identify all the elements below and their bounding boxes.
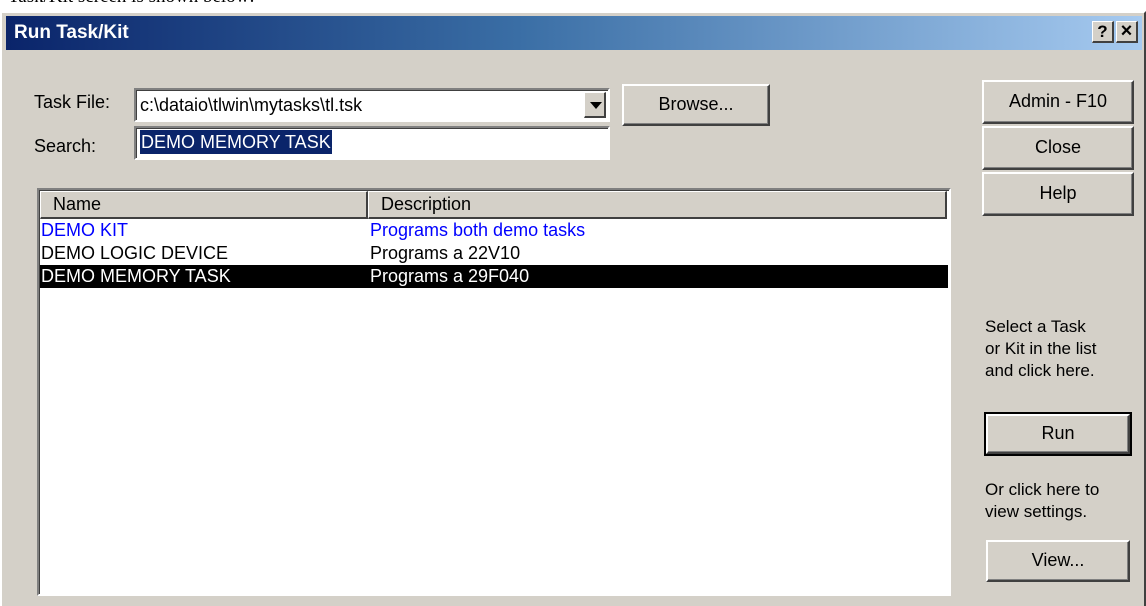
run-hint-line-1: Select a Task (985, 317, 1086, 336)
list-item-name: DEMO LOGIC DEVICE (41, 243, 229, 263)
window-title: Run Task/Kit (14, 22, 129, 43)
list-item-name: DEMO MEMORY TASK (41, 266, 231, 286)
run-hint-line-2: or Kit in the list (985, 339, 1097, 358)
view-hint-line-1: Or click here to (985, 480, 1100, 499)
run-task-kit-dialog: Run Task/Kit ? × Task File: c:\dataio\tl… (0, 11, 1146, 606)
column-header-name[interactable]: Name (40, 191, 368, 219)
help-button[interactable]: Help (982, 172, 1134, 216)
run-button[interactable]: Run (984, 412, 1132, 456)
list-item-description: Programs both demo tasks (370, 220, 586, 240)
search-label: Search: (34, 136, 97, 156)
title-bar[interactable]: Run Task/Kit ? × (6, 16, 1142, 50)
help-question-button[interactable]: ? (1092, 21, 1114, 43)
view-hint-line-2: view settings. (985, 502, 1088, 521)
page-caption: Task/Kit screen is shown below: (8, 0, 255, 8)
close-window-button[interactable]: × (1116, 21, 1138, 43)
list-item-description: Programs a 22V10 (370, 243, 521, 263)
list-item-demo-logic-device[interactable]: DEMO LOGIC DEVICE Programs a 22V10 (40, 242, 948, 265)
task-file-dropdown-button[interactable] (584, 92, 606, 118)
list-item-name: DEMO KIT (41, 220, 129, 240)
list-item-description: Programs a 29F040 (370, 266, 530, 286)
search-input[interactable]: DEMO MEMORY TASK (134, 126, 610, 160)
view-button[interactable]: View... (986, 540, 1130, 582)
run-hint-line-3: and click here. (985, 361, 1095, 380)
task-file-combo[interactable]: c:\dataio\tlwin\mytasks\tl.tsk (134, 88, 610, 122)
task-file-label: Task File: (34, 92, 111, 112)
task-kit-list[interactable]: Name Description DEMO KIT Programs both … (37, 188, 951, 596)
search-selected-text: DEMO MEMORY TASK (140, 130, 332, 154)
list-item-demo-memory-task[interactable]: DEMO MEMORY TASK Programs a 29F040 (40, 265, 948, 288)
chevron-down-icon (590, 102, 602, 109)
column-header-description[interactable]: Description (368, 191, 947, 219)
task-file-value: c:\dataio\tlwin\mytasks\tl.tsk (140, 95, 363, 115)
admin-button[interactable]: Admin - F10 (982, 80, 1134, 124)
close-button[interactable]: Close (982, 126, 1134, 170)
list-item-demo-kit[interactable]: DEMO KIT Programs both demo tasks (40, 219, 948, 242)
browse-button[interactable]: Browse... (622, 84, 770, 126)
